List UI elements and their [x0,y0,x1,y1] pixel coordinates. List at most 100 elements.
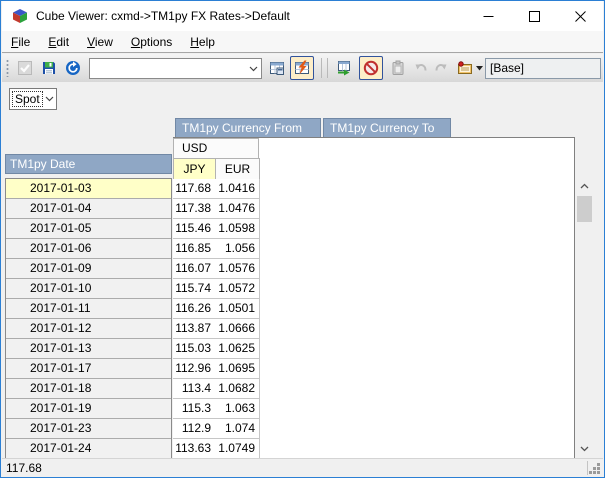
view-selector-combobox[interactable] [89,58,262,79]
data-cell-jpy[interactable]: 116.26 [173,299,216,319]
dim-tab-date[interactable]: TM1py Date [5,154,172,174]
row-header[interactable]: 2017-01-13 [6,339,171,359]
row-header[interactable]: 2017-01-10 [6,279,171,299]
data-cell-eur[interactable]: 1.074 [215,419,260,439]
data-cell-jpy[interactable]: 117.68 [173,179,216,199]
cube-viewer-window: Cube Viewer: cxmd->TM1py FX Rates->Defau… [0,0,605,478]
recalculate-icon [269,60,285,76]
recalculate-button[interactable] [265,56,289,80]
row-header[interactable]: 2017-01-05 [6,219,171,239]
row-header[interactable]: 2017-01-04 [6,199,171,219]
row-header[interactable]: 2017-01-17 [6,359,171,379]
refresh-button[interactable] [61,56,85,80]
maximize-button[interactable] [511,1,557,31]
measure-combobox[interactable]: Spot [9,88,57,110]
export-grid-icon [336,60,352,76]
data-cell-eur[interactable]: 1.0695 [215,359,260,379]
menu-options[interactable]: Options [122,32,181,52]
menu-view[interactable]: View [78,32,122,52]
data-cell-eur[interactable]: 1.0501 [215,299,260,319]
save-button[interactable] [37,56,61,80]
scrollbar-thumb[interactable] [577,196,592,222]
row-header[interactable]: 2017-01-24 [6,439,171,459]
menu-help[interactable]: Help [181,32,224,52]
status-cell-value: 117.68 [6,461,42,475]
data-cell-eur[interactable]: 1.0749 [215,439,260,458]
row-header[interactable]: 2017-01-11 [6,299,171,319]
data-column-jpy: 117.68117.38115.46116.85116.07115.74116.… [173,179,216,458]
column-header-eur[interactable]: EUR [215,158,260,180]
close-icon [575,11,586,22]
data-cell-eur[interactable]: 1.0572 [215,279,260,299]
data-cell-jpy[interactable]: 116.07 [173,259,216,279]
window-controls [465,1,603,31]
scroll-down-button[interactable] [576,441,593,457]
data-cell-eur[interactable]: 1.0576 [215,259,260,279]
dim-tab-currency-from[interactable]: TM1py Currency From [175,118,321,138]
toolbar-grip[interactable] [6,59,9,77]
data-cell-eur[interactable]: 1.0625 [215,339,260,359]
data-cell-eur[interactable]: 1.056 [215,239,260,259]
data-cell-jpy[interactable]: 116.85 [173,239,216,259]
menu-edit[interactable]: Edit [39,32,78,52]
measure-combobox-value: Spot [12,91,43,107]
row-header[interactable]: 2017-01-18 [6,379,171,399]
options-note-icon [457,60,473,76]
chevron-down-icon [245,66,261,72]
data-cell-jpy[interactable]: 117.38 [173,199,216,219]
column-header-usd[interactable]: USD [173,138,259,159]
toolbar-separator [321,58,328,78]
resize-grip-icon[interactable] [588,462,601,475]
dim-tab-currency-to[interactable]: TM1py Currency To [323,118,451,138]
data-cell-jpy[interactable]: 113.63 [173,439,216,458]
data-cell-jpy[interactable]: 112.96 [173,359,216,379]
scroll-up-button[interactable] [576,178,593,194]
data-cell-eur[interactable]: 1.0416 [215,179,260,199]
row-header[interactable]: 2017-01-03 [6,179,171,199]
titlebar[interactable]: Cube Viewer: cxmd->TM1py FX Rates->Defau… [2,1,603,31]
chevron-up-icon [580,183,589,189]
row-header[interactable]: 2017-01-09 [6,259,171,279]
data-cell-eur[interactable]: 1.0598 [215,219,260,239]
undo-icon [413,60,429,76]
toolbar: [Base] [2,54,603,82]
data-cell-jpy[interactable]: 113.87 [173,319,216,339]
column-header-jpy[interactable]: JPY [173,158,216,180]
data-cell-eur[interactable]: 1.0682 [215,379,260,399]
row-header-column: 2017-01-032017-01-042017-01-052017-01-06… [5,178,172,459]
suppress-zeroes-button[interactable] [359,56,383,80]
data-cell-jpy[interactable]: 115.46 [173,219,216,239]
data-cell-eur[interactable]: 1.063 [215,399,260,419]
data-cell-jpy[interactable]: 115.74 [173,279,216,299]
minimize-icon [483,11,494,22]
export-grid-button[interactable] [332,56,356,80]
redo-button [429,56,453,80]
redo-icon [433,60,449,76]
close-button[interactable] [557,1,603,31]
row-header[interactable]: 2017-01-12 [6,319,171,339]
data-cell-jpy[interactable]: 113.4 [173,379,216,399]
chevron-down-icon [580,446,589,452]
auto-recalculate-lightning-icon [294,60,310,76]
options-note-button[interactable] [453,56,477,80]
window-title: Cube Viewer: cxmd->TM1py FX Rates->Defau… [36,9,290,23]
base-field-value: [Base] [490,61,524,75]
data-cell-eur[interactable]: 1.0666 [215,319,260,339]
minimize-button[interactable] [465,1,511,31]
app-cube-icon[interactable] [12,8,28,24]
data-cell-jpy[interactable]: 112.9 [173,419,216,439]
auto-recalculate-button[interactable] [290,56,314,80]
row-header[interactable]: 2017-01-23 [6,419,171,439]
options-dropdown-chevron-icon[interactable] [476,66,483,71]
data-column-eur: 1.04161.04761.05981.0561.05761.05721.050… [215,179,260,458]
vertical-scrollbar[interactable] [576,178,593,457]
base-field[interactable]: [Base] [485,58,601,79]
row-header[interactable]: 2017-01-06 [6,239,171,259]
data-cell-eur[interactable]: 1.0476 [215,199,260,219]
refresh-icon [65,60,81,76]
menu-file[interactable]: File [2,32,39,52]
data-cell-jpy[interactable]: 115.3 [173,399,216,419]
row-header[interactable]: 2017-01-19 [6,399,171,419]
data-cell-jpy[interactable]: 115.03 [173,339,216,359]
menubar: File Edit View Options Help [2,31,603,53]
